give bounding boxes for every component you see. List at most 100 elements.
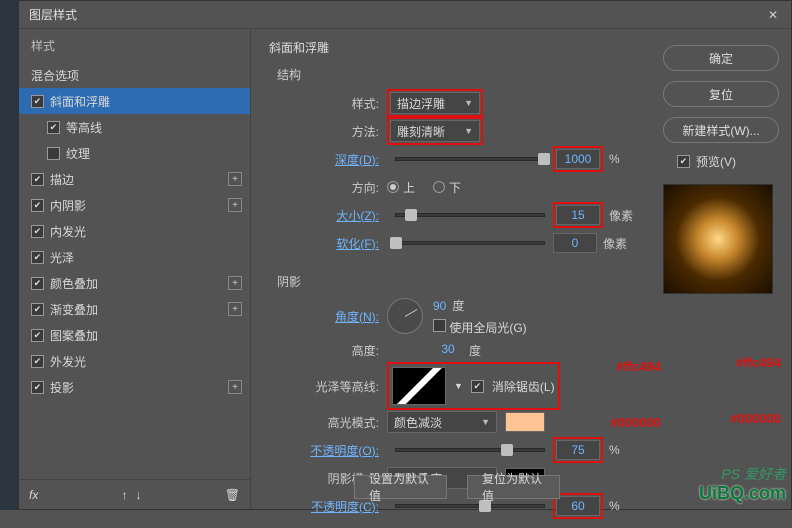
style-item-11[interactable]: 投影 + <box>19 374 250 400</box>
reset-default-button[interactable]: 复位为默认值 <box>467 475 560 499</box>
size-label[interactable]: 大小(Z): <box>277 207 387 224</box>
styles-header: 样式 <box>19 29 250 62</box>
style-label: 投影 <box>50 379 74 396</box>
highlight-opacity-input[interactable]: 75 <box>556 440 600 460</box>
layer-style-dialog: 图层样式 ✕ 样式 混合选项 斜面和浮雕等高线纹理描边+内阴影+ 内发光光泽颜色叠… <box>18 0 792 510</box>
antialias-checkbox[interactable] <box>471 380 484 393</box>
style-checkbox[interactable] <box>31 225 44 238</box>
shadow-opacity-input[interactable]: 60 <box>556 496 600 516</box>
styles-panel: 样式 混合选项 斜面和浮雕等高线纹理描边+内阴影+ 内发光光泽颜色叠加+渐变叠加+… <box>19 29 251 509</box>
highlight-mode-dropdown[interactable]: 颜色减淡▼ <box>387 411 497 433</box>
style-checkbox[interactable] <box>31 329 44 342</box>
preview-checkbox[interactable] <box>677 155 690 168</box>
main-panel: 斜面和浮雕 结构 样式: 描边浮雕▼ 方法: 雕刻清晰▼ 深度(D): 1000… <box>251 29 663 509</box>
new-style-button[interactable]: 新建样式(W)... <box>663 117 779 143</box>
style-checkbox[interactable] <box>31 277 44 290</box>
style-item-2[interactable]: 纹理 <box>19 140 250 166</box>
direction-down-radio[interactable] <box>433 181 445 193</box>
style-checkbox[interactable] <box>31 355 44 368</box>
style-item-8[interactable]: 渐变叠加+ <box>19 296 250 322</box>
highlight-color-swatch[interactable] <box>505 412 545 432</box>
annotation-sh: #000000 <box>610 415 661 430</box>
gloss-contour-picker[interactable] <box>392 367 446 405</box>
style-checkbox[interactable] <box>31 173 44 186</box>
direction-label: 方向: <box>277 179 387 196</box>
style-label: 样式: <box>277 95 387 112</box>
add-effect-icon[interactable]: + <box>228 172 242 186</box>
preview-swatch <box>663 184 773 294</box>
chevron-down-icon: ▼ <box>464 126 473 136</box>
size-input[interactable]: 15 <box>556 205 600 225</box>
arrow-down-icon[interactable]: ↓ <box>136 488 142 502</box>
global-light-checkbox[interactable] <box>433 319 446 332</box>
angle-dial[interactable] <box>387 298 423 334</box>
highlight-opacity-label[interactable]: 不透明度(O): <box>277 442 387 459</box>
trash-icon[interactable]: 🗑 <box>225 488 240 502</box>
style-label: 纹理 <box>66 145 90 162</box>
style-label: 图案叠加 <box>50 327 98 344</box>
fx-label[interactable]: fx <box>29 488 38 502</box>
watermark-url: UiBQ.com <box>699 483 786 504</box>
highlight-opacity-slider[interactable] <box>395 448 545 452</box>
titlebar: 图层样式 ✕ <box>19 1 791 29</box>
annotation-highlight-color: #ffc494 <box>736 355 781 370</box>
style-checkbox[interactable] <box>31 95 44 108</box>
depth-input[interactable]: 1000 <box>556 149 600 169</box>
add-effect-icon[interactable]: + <box>228 276 242 290</box>
style-checkbox[interactable] <box>47 147 60 160</box>
angle-label[interactable]: 角度(N): <box>277 308 387 325</box>
soften-slider[interactable] <box>395 241 545 245</box>
style-item-0[interactable]: 斜面和浮雕 <box>19 88 250 114</box>
chevron-down-icon: ▼ <box>481 417 490 427</box>
add-effect-icon[interactable]: + <box>228 302 242 316</box>
blending-options[interactable]: 混合选项 <box>19 62 250 88</box>
annotation-hi: #ffc494 <box>616 359 661 374</box>
depth-label[interactable]: 深度(D): <box>277 151 387 168</box>
technique-label: 方法: <box>277 123 387 140</box>
close-icon[interactable]: ✕ <box>765 7 781 23</box>
highlight-mode-label: 高光模式: <box>277 414 387 431</box>
style-item-6[interactable]: 光泽 <box>19 244 250 270</box>
style-item-1[interactable]: 等高线 <box>19 114 250 140</box>
add-effect-icon[interactable]: + <box>228 198 242 212</box>
size-slider[interactable] <box>395 213 545 217</box>
set-default-button[interactable]: 设置为默认值 <box>354 475 447 499</box>
arrow-up-icon[interactable]: ↑ <box>122 488 128 502</box>
style-label: 等高线 <box>66 119 102 136</box>
style-checkbox[interactable] <box>31 251 44 264</box>
style-item-5[interactable]: 内发光 <box>19 218 250 244</box>
shadow-opacity-slider[interactable] <box>395 504 545 508</box>
direction-up-radio[interactable] <box>387 181 399 193</box>
soften-input[interactable]: 0 <box>553 233 597 253</box>
style-item-7[interactable]: 颜色叠加+ <box>19 270 250 296</box>
style-checkbox[interactable] <box>31 199 44 212</box>
style-label: 外发光 <box>50 353 86 370</box>
chevron-down-icon: ▼ <box>464 98 473 108</box>
gloss-label: 光泽等高线: <box>277 378 387 395</box>
shading-title: 阴影 <box>277 273 649 290</box>
watermark-text: PS 爱好者 <box>721 464 786 484</box>
style-checkbox[interactable] <box>31 303 44 316</box>
style-checkbox[interactable] <box>31 381 44 394</box>
soften-label[interactable]: 软化(F): <box>277 235 387 252</box>
style-label: 内发光 <box>50 223 86 240</box>
chevron-down-icon[interactable]: ▼ <box>454 381 463 391</box>
ok-button[interactable]: 确定 <box>663 45 779 71</box>
depth-slider[interactable] <box>395 157 545 161</box>
style-label: 光泽 <box>50 249 74 266</box>
preview-label: 预览(V) <box>696 153 736 170</box>
add-effect-icon[interactable]: + <box>228 380 242 394</box>
structure-title: 结构 <box>277 66 649 83</box>
style-checkbox[interactable] <box>47 121 60 134</box>
style-item-4[interactable]: 内阴影+ <box>19 192 250 218</box>
angle-input[interactable]: 90 <box>433 299 446 313</box>
bevel-section-title: 斜面和浮雕 <box>269 39 649 56</box>
right-column: 确定 复位 新建样式(W)... 预览(V) <box>663 29 791 509</box>
cancel-button[interactable]: 复位 <box>663 81 779 107</box>
style-dropdown[interactable]: 描边浮雕▼ <box>390 92 480 114</box>
technique-dropdown[interactable]: 雕刻清晰▼ <box>390 120 480 142</box>
style-item-3[interactable]: 描边+ <box>19 166 250 192</box>
style-item-10[interactable]: 外发光 <box>19 348 250 374</box>
altitude-input[interactable]: 30 <box>433 340 463 360</box>
style-item-9[interactable]: 图案叠加 <box>19 322 250 348</box>
